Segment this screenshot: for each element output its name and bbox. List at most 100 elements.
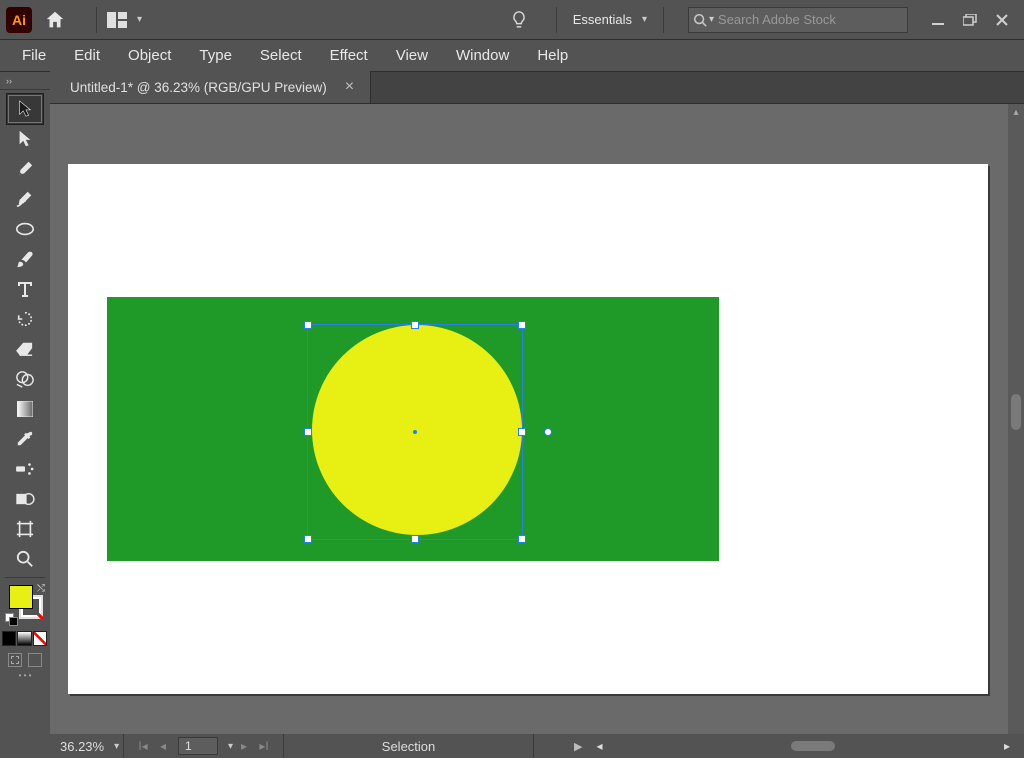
stock-search[interactable]: ▾	[688, 7, 908, 33]
tool-eyedropper[interactable]	[7, 424, 43, 454]
tool-blend[interactable]	[7, 484, 43, 514]
main-area: ››	[0, 72, 1024, 758]
separator	[663, 7, 664, 33]
zoom-level[interactable]: 36.23% ▾	[50, 734, 124, 758]
tool-symbol-sprayer[interactable]	[7, 454, 43, 484]
resize-handle[interactable]	[411, 535, 419, 543]
chevron-down-icon[interactable]: ▾	[709, 14, 714, 25]
window-minimize-button[interactable]	[924, 9, 952, 31]
tool-eraser[interactable]	[7, 334, 43, 364]
window-close-button[interactable]	[988, 9, 1016, 31]
default-fill-stroke-icon[interactable]	[5, 613, 19, 627]
menu-edit[interactable]: Edit	[60, 43, 114, 68]
tool-shape-builder[interactable]	[7, 364, 43, 394]
menu-view[interactable]: View	[382, 43, 442, 68]
resize-handle[interactable]	[304, 535, 312, 543]
toolbox: ⤭ • • •	[0, 90, 50, 680]
tool-rotate[interactable]	[7, 304, 43, 334]
vertical-scrollbar[interactable]: ▴ ▾	[1008, 104, 1024, 758]
separator	[96, 7, 97, 33]
selection-center-icon	[413, 430, 417, 434]
chevron-down-icon: ▾	[642, 14, 647, 25]
fill-swatch[interactable]	[9, 585, 33, 609]
menu-window[interactable]: Window	[442, 43, 523, 68]
tool-zoom[interactable]	[7, 544, 43, 574]
resize-handle[interactable]	[411, 321, 419, 329]
prev-artboard-button[interactable]: ◂	[154, 739, 172, 753]
tool-ellipse[interactable]	[7, 214, 43, 244]
chevron-down-icon[interactable]: ▾	[137, 14, 142, 25]
artboard-number-input[interactable]	[178, 737, 218, 755]
tool-type[interactable]	[7, 274, 43, 304]
resize-handle[interactable]	[304, 321, 312, 329]
toolbox-expand[interactable]: ››	[0, 72, 50, 90]
tool-pen[interactable]	[7, 154, 43, 184]
menu-bar: File Edit Object Type Select Effect View…	[0, 40, 1024, 72]
workspace-switcher[interactable]: Essentials ▾	[567, 6, 653, 34]
artboard-nav: I◂ ◂ ▾ ▸ ▸I	[124, 734, 284, 758]
app-bar: Ai ▾ Essentials ▾ ▾	[0, 0, 1024, 40]
menu-object[interactable]: Object	[114, 43, 185, 68]
current-tool-label: Selection	[284, 734, 534, 758]
document-area: Untitled-1* @ 36.23% (RGB/GPU Preview) ×	[50, 72, 1024, 758]
current-tool-text: Selection	[294, 739, 523, 754]
canvas[interactable]: ▴ ▾	[50, 104, 1024, 758]
tool-direct-selection[interactable]	[7, 124, 43, 154]
separator	[556, 7, 557, 33]
document-tab[interactable]: Untitled-1* @ 36.23% (RGB/GPU Preview) ×	[50, 71, 371, 103]
scroll-up-icon[interactable]: ▴	[1008, 104, 1024, 120]
swap-fill-stroke-icon[interactable]: ⤭	[37, 583, 45, 594]
ellipse-pie-handle[interactable]	[544, 428, 552, 436]
tool-artboard[interactable]	[7, 514, 43, 544]
tool-curvature[interactable]	[7, 184, 43, 214]
stock-search-input[interactable]	[718, 12, 903, 27]
window-restore-button[interactable]	[956, 9, 984, 31]
app-logo[interactable]: Ai	[6, 7, 32, 33]
left-column: ››	[0, 72, 50, 758]
menu-select[interactable]: Select	[246, 43, 316, 68]
scrollbar-thumb[interactable]	[1011, 394, 1021, 430]
toolbox-more[interactable]: • • •	[19, 671, 32, 680]
discover-button[interactable]	[510, 9, 532, 31]
document-tabstrip: Untitled-1* @ 36.23% (RGB/GPU Preview) ×	[50, 72, 1024, 104]
first-artboard-button[interactable]: I◂	[134, 739, 152, 753]
document-tab-title: Untitled-1* @ 36.23% (RGB/GPU Preview)	[70, 80, 327, 95]
resize-handle[interactable]	[518, 535, 526, 543]
next-artboard-button[interactable]: ▸	[235, 739, 253, 753]
tool-paintbrush[interactable]	[7, 244, 43, 274]
tool-gradient[interactable]	[7, 394, 43, 424]
workspace-label: Essentials	[573, 12, 632, 27]
hscroll-left-icon[interactable]: ◂	[591, 739, 609, 753]
separator	[5, 577, 45, 578]
resize-handle[interactable]	[518, 428, 526, 436]
fill-stroke-control[interactable]: ⤭	[5, 585, 45, 621]
draw-normal[interactable]	[8, 653, 22, 667]
color-mode-none[interactable]	[33, 631, 47, 646]
color-mode-row	[2, 631, 48, 647]
resize-handle[interactable]	[304, 428, 312, 436]
resize-handle[interactable]	[518, 321, 526, 329]
selection-bounding-box[interactable]	[307, 324, 523, 540]
menu-file[interactable]: File	[8, 43, 60, 68]
status-play-icon[interactable]: ▶	[574, 740, 582, 753]
status-bar: 36.23% ▾ I◂ ◂ ▾ ▸ ▸I Selection ▶ ◂ ▸	[50, 734, 1024, 758]
menu-type[interactable]: Type	[185, 43, 246, 68]
hscroll-right-icon[interactable]: ▸	[998, 739, 1016, 753]
tool-selection[interactable]	[7, 94, 43, 124]
zoom-value: 36.23%	[60, 739, 104, 754]
app-logo-text: Ai	[12, 12, 26, 28]
color-mode-gradient[interactable]	[17, 631, 31, 646]
home-button[interactable]	[44, 8, 68, 32]
horizontal-scrollbar[interactable]	[615, 739, 993, 753]
draw-behind[interactable]	[28, 653, 42, 667]
scrollbar-thumb[interactable]	[791, 741, 835, 751]
close-tab-icon[interactable]: ×	[345, 78, 354, 96]
draw-mode-row	[2, 653, 48, 667]
last-artboard-button[interactable]: ▸I	[255, 739, 273, 753]
menu-effect[interactable]: Effect	[316, 43, 382, 68]
chevron-down-icon[interactable]: ▾	[114, 741, 119, 752]
chevron-down-icon[interactable]: ▾	[228, 741, 233, 752]
arrange-documents-button[interactable]	[107, 9, 129, 31]
menu-help[interactable]: Help	[523, 43, 582, 68]
color-mode-solid[interactable]	[2, 631, 16, 646]
